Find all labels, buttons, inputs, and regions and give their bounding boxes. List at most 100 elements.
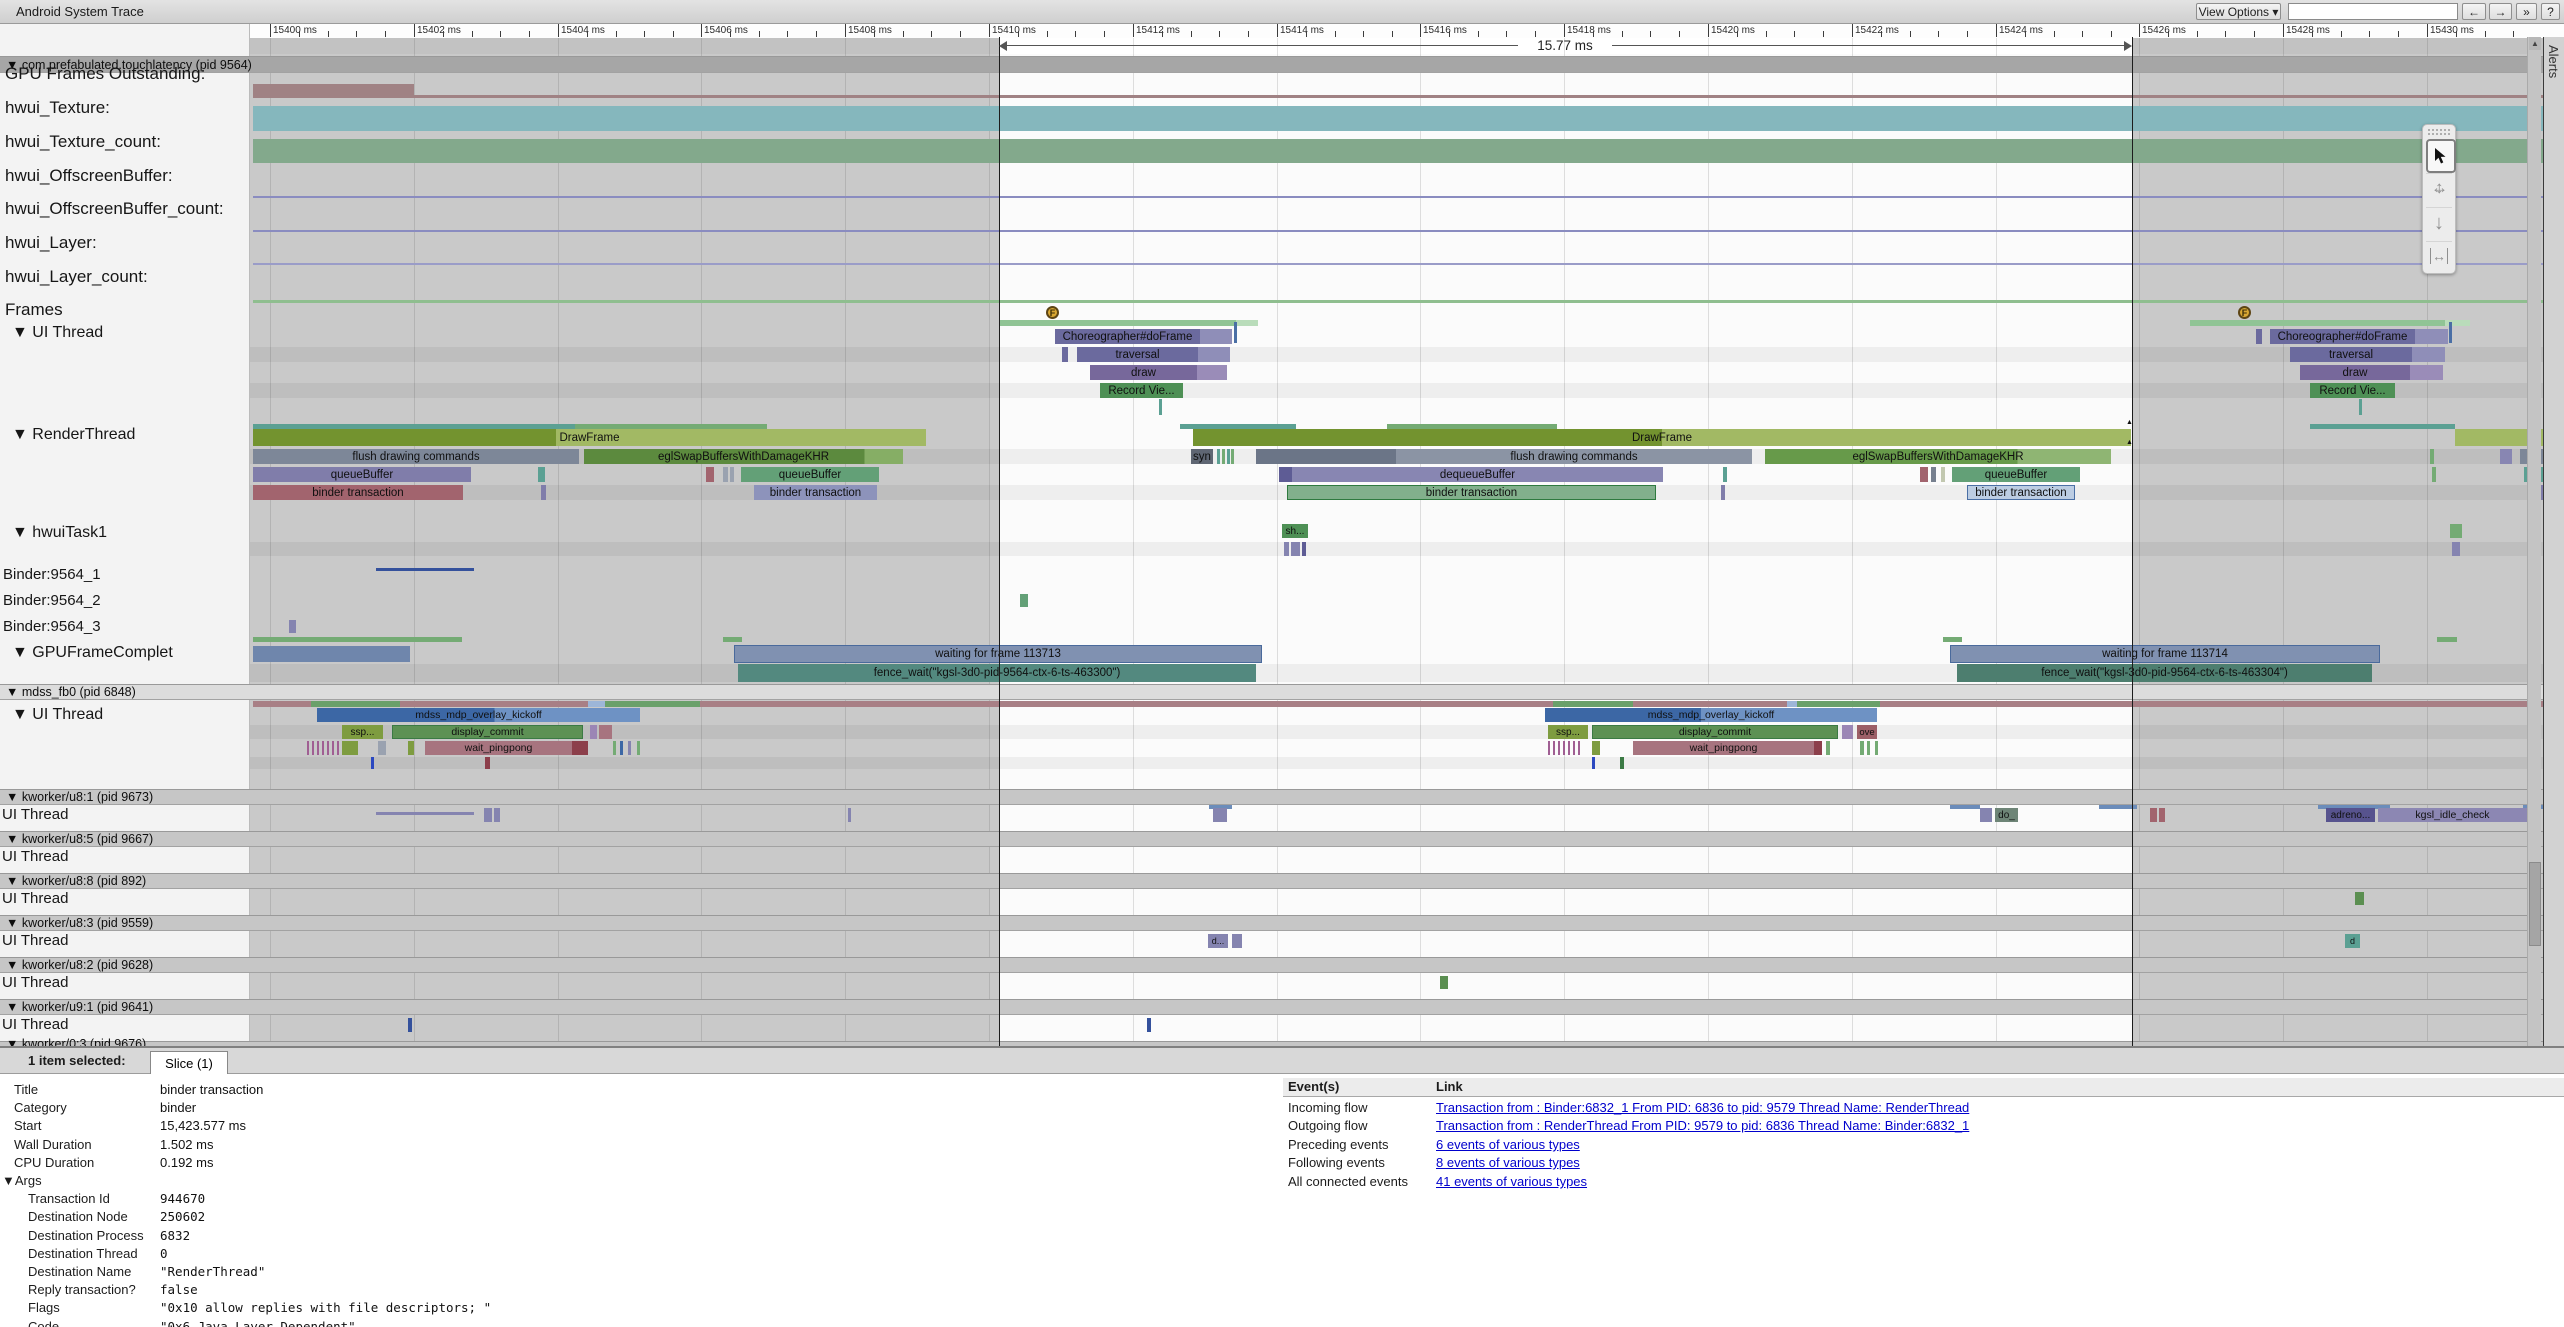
track-label-ui-thread[interactable]: UI Thread	[2, 806, 68, 823]
trace-slice[interactable]	[322, 741, 324, 755]
slice-wait-pingpong[interactable]: wait_pingpong	[1633, 741, 1814, 755]
trace-slice[interactable]	[2256, 329, 2262, 344]
trace-slice[interactable]	[1943, 637, 1962, 642]
process-header--mdss-fb0-pid-6848-[interactable]: ▼ mdss_fb0 (pid 6848)	[0, 684, 2564, 700]
trace-slice[interactable]	[253, 196, 2564, 198]
track-label-hwui-offscreenbuffer-[interactable]: hwui_OffscreenBuffer:	[5, 166, 173, 186]
process-header--kworker-u8-5-pid-9667-[interactable]: ▼ kworker/u8:5 (pid 9667)	[0, 831, 2564, 847]
track-label--ui-thread[interactable]: ▼ UI Thread	[12, 324, 103, 342]
trace-slice[interactable]	[1020, 594, 1028, 607]
trace-slice[interactable]	[1222, 449, 1225, 464]
slice-draw[interactable]: draw	[1090, 365, 1197, 380]
trace-slice[interactable]	[2359, 399, 2362, 415]
slice-fence-wait-kgsl-3d0-pid-9564-ctx-6-ts-46[interactable]: fence_wait("kgsl-3d0-pid-9564-ctx-6-ts-4…	[738, 664, 1256, 682]
event-link-following-events[interactable]: 8 events of various types	[1436, 1155, 1580, 1170]
tab-slice[interactable]: Slice (1)	[150, 1051, 228, 1074]
trace-slice[interactable]	[1232, 934, 1242, 948]
trace-slice[interactable]	[1302, 542, 1306, 556]
track-label-hwui-texture-[interactable]: hwui_Texture:	[5, 98, 110, 118]
trace-slice[interactable]	[485, 757, 490, 769]
trace-slice[interactable]	[1723, 467, 1727, 482]
trace-slice[interactable]	[2310, 424, 2455, 429]
scrollbar-thumb[interactable]	[2529, 862, 2541, 946]
process-header--kworker-u9-1-pid-9641-[interactable]: ▼ kworker/u9:1 (pid 9641)	[0, 999, 2564, 1015]
slice-traversal[interactable]: traversal	[2290, 347, 2412, 362]
zoom-tool-button[interactable]: ↓	[2426, 207, 2452, 238]
trace-slice[interactable]	[312, 741, 314, 755]
slice-binder-transaction[interactable]: binder transaction	[1287, 485, 1656, 500]
selection-tool-button[interactable]	[2426, 139, 2456, 173]
trace-slice[interactable]	[1920, 467, 1928, 482]
slice-waiting-for-frame-113714[interactable]: waiting for frame 113714	[1950, 645, 2380, 663]
trace-slice[interactable]	[1980, 808, 1992, 822]
track-label-gpu-frames-outstanding-[interactable]: GPU Frames Outstanding:	[5, 64, 205, 84]
trace-slice[interactable]	[628, 741, 631, 755]
frame-badge-icon[interactable]: F	[2238, 306, 2251, 319]
slice-d[interactable]: d	[2345, 934, 2360, 948]
trace-slice[interactable]	[1284, 542, 1289, 556]
trace-slice[interactable]	[1842, 725, 1853, 739]
trace-slice[interactable]	[706, 467, 714, 482]
track-label-ui-thread[interactable]: UI Thread	[2, 890, 68, 907]
trace-slice[interactable]	[1231, 449, 1234, 464]
slice-mdss-mdp-overlay-kickoff[interactable]: mdss_mdp_overlay_kickoff	[317, 708, 640, 722]
trace-slice[interactable]	[253, 263, 2564, 265]
track-label--ui-thread[interactable]: ▼ UI Thread	[12, 706, 103, 724]
slice-queuebuffer[interactable]: queueBuffer	[1952, 467, 2080, 482]
trace-slice[interactable]	[1197, 365, 1227, 380]
frame-badge-icon[interactable]: F	[1046, 306, 1059, 319]
trace-slice[interactable]	[2449, 322, 2452, 343]
trace-slice[interactable]	[1548, 741, 1550, 755]
slice-mdss-mdp-overlay-kickoff[interactable]: mdss_mdp_overlay_kickoff	[1545, 708, 1877, 722]
track-label-hwui-layer-[interactable]: hwui_Layer:	[5, 233, 97, 253]
trace-slice[interactable]	[2500, 449, 2512, 464]
scrollbar-up-arrow-icon[interactable]: ▲	[2529, 37, 2541, 50]
trace-slice[interactable]	[620, 741, 623, 755]
track-label--hwuitask1[interactable]: ▼ hwuiTask1	[12, 524, 107, 542]
process-header--kworker-u8-3-pid-9559-[interactable]: ▼ kworker/u8:3 (pid 9559)	[0, 915, 2564, 931]
event-link-outgoing-flow[interactable]: Transaction from : RenderThread From PID…	[1436, 1118, 1969, 1133]
slice-kgsl-idle-check[interactable]: kgsl_idle_check	[2378, 808, 2527, 822]
trace-slice[interactable]	[332, 741, 334, 755]
track-label-binder-9564-1[interactable]: Binder:9564_1	[3, 566, 101, 583]
trace-slice[interactable]	[1256, 449, 1396, 464]
trace-slice[interactable]	[1620, 757, 1624, 769]
trace-slice[interactable]	[1797, 701, 1880, 707]
trace-slice[interactable]	[311, 701, 400, 707]
trace-slice[interactable]	[1814, 741, 1822, 755]
trace-slice[interactable]	[1931, 467, 1936, 482]
trace-slice[interactable]	[730, 467, 734, 482]
trace-slice[interactable]	[1291, 542, 1300, 556]
trace-slice[interactable]	[253, 300, 2564, 303]
track-label-hwui-texture-count-[interactable]: hwui_Texture_count:	[5, 132, 161, 152]
trace-slice[interactable]	[253, 139, 2564, 163]
trace-slice[interactable]	[848, 808, 851, 822]
trace-slice[interactable]	[1578, 741, 1580, 755]
trace-slice[interactable]	[342, 741, 358, 755]
trace-slice[interactable]	[317, 741, 319, 755]
trace-slice[interactable]	[999, 320, 1236, 326]
slice-choreographer-doframe[interactable]: Choreographer#doFrame	[2270, 329, 2415, 344]
trace-slice[interactable]	[613, 741, 616, 755]
process-header--com-prefabulated-touchlatency-pid-9564-[interactable]: ▼ com.prefabulated.touchlatency (pid 956…	[0, 56, 2564, 73]
trace-slice[interactable]	[1279, 467, 1292, 482]
trace-slice[interactable]	[1592, 757, 1595, 769]
trace-slice[interactable]	[307, 741, 309, 755]
trace-slice[interactable]	[1592, 741, 1600, 755]
trace-slice[interactable]	[605, 701, 700, 707]
process-header--kworker-u8-1-pid-9673-[interactable]: ▼ kworker/u8:1 (pid 9673)	[0, 789, 2564, 805]
track-label--renderthread[interactable]: ▼ RenderThread	[12, 426, 135, 444]
trace-slice[interactable]	[1568, 741, 1570, 755]
slice-flush-drawing-commands[interactable]: flush drawing commands	[1396, 449, 1752, 464]
slice-ssp-[interactable]: ssp...	[1548, 725, 1588, 739]
trace-slice[interactable]	[1787, 701, 1797, 707]
slice-binder-transaction[interactable]: binder transaction	[253, 485, 463, 500]
slice-queuebuffer[interactable]: queueBuffer	[253, 467, 471, 482]
trace-slice[interactable]	[1860, 741, 1864, 755]
process-header--kworker-u8-8-pid-892-[interactable]: ▼ kworker/u8:8 (pid 892)	[0, 873, 2564, 889]
trace-slice[interactable]	[1236, 320, 1258, 326]
trace-slice[interactable]	[1573, 741, 1575, 755]
trace-slice[interactable]	[1440, 976, 1448, 989]
trace-slice[interactable]	[378, 741, 386, 755]
trace-slice[interactable]	[1875, 741, 1878, 755]
